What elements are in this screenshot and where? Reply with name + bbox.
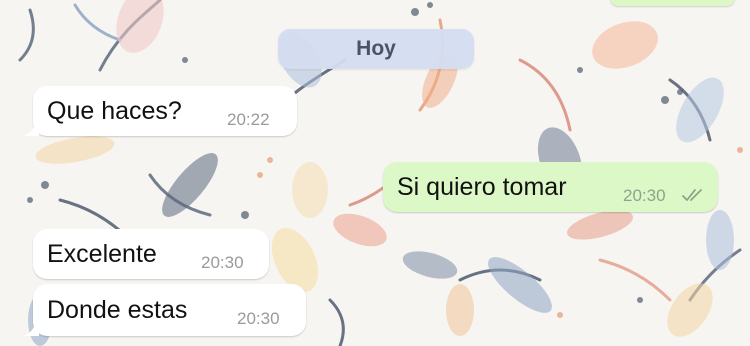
previous-outgoing-bubble-edge xyxy=(610,0,735,6)
date-separator-label: Hoy xyxy=(356,37,396,60)
incoming-message[interactable]: Excelente 20:30 xyxy=(33,229,269,279)
incoming-message[interactable]: Que haces? 20:22 xyxy=(33,86,297,136)
message-time: 20:30 xyxy=(623,186,666,205)
bubble-tail xyxy=(23,320,39,336)
double-check-icon xyxy=(682,189,702,201)
message-time: 20:30 xyxy=(237,309,280,328)
message-text: Si quiero tomar xyxy=(397,173,567,201)
message-text: Donde estas xyxy=(47,296,188,324)
date-separator: Hoy xyxy=(278,29,474,69)
message-text: Que haces? xyxy=(47,97,182,125)
incoming-message[interactable]: Donde estas 20:30 xyxy=(33,284,306,336)
message-time: 20:22 xyxy=(227,110,270,129)
bubble-tail xyxy=(23,120,39,136)
outgoing-message[interactable]: Si quiero tomar 20:30 xyxy=(383,162,718,212)
message-text: Excelente xyxy=(47,240,157,268)
message-time: 20:30 xyxy=(201,253,244,272)
